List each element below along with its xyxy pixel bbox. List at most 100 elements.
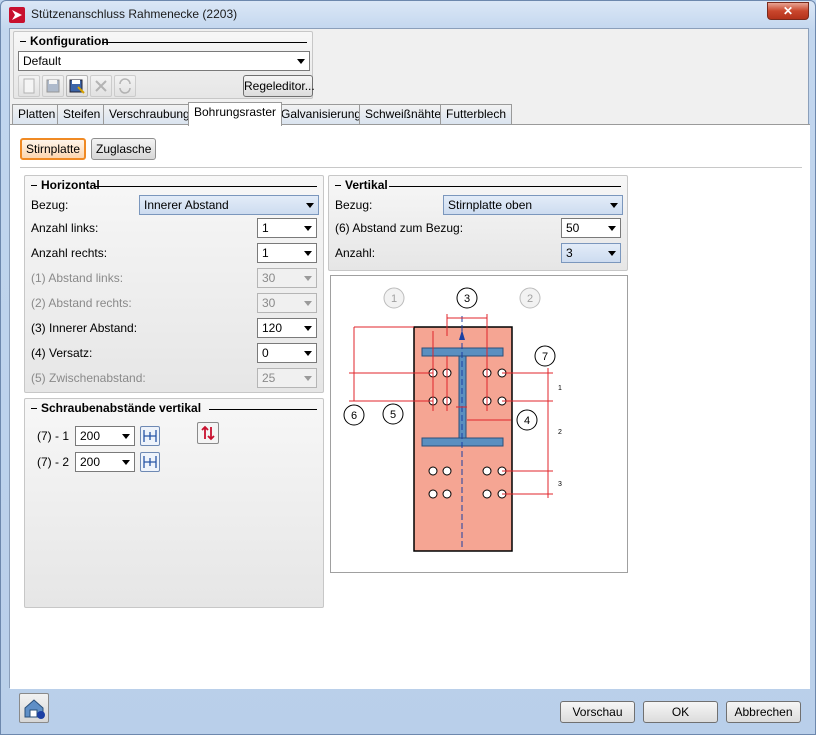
- abstand-rechts-select[interactable]: 30: [257, 293, 317, 313]
- schraube-row-2-select[interactable]: 200: [75, 452, 135, 472]
- callout-3: 3: [464, 293, 470, 305]
- innerer-abstand-select[interactable]: 120: [257, 318, 317, 338]
- distribute-row-2-button[interactable]: [140, 452, 160, 472]
- versatz-select[interactable]: 0: [257, 343, 317, 363]
- chevron-down-icon: [608, 226, 616, 231]
- save-icon: [46, 79, 60, 93]
- callout-4: 4: [524, 415, 530, 427]
- abstand-zum-bezug-select[interactable]: 50: [561, 218, 621, 238]
- chevron-down-icon: [304, 326, 312, 331]
- vorschau-button[interactable]: Vorschau: [560, 701, 635, 723]
- schraube-row-1-select[interactable]: 200: [75, 426, 135, 446]
- chevron-down-icon: [304, 376, 312, 381]
- close-button[interactable]: ✕: [767, 2, 809, 20]
- chevron-down-icon: [304, 251, 312, 256]
- delete-config-button[interactable]: [90, 75, 112, 97]
- bezug-vertikal-select[interactable]: Stirnplatte oben: [443, 195, 623, 215]
- abstand-zum-bezug-label: (6) Abstand zum Bezug:: [335, 221, 464, 235]
- dialog-footer: Vorschau OK Abbrechen: [9, 691, 809, 731]
- callout-7: 7: [542, 351, 548, 363]
- anzahl-links-select[interactable]: 1: [257, 218, 317, 238]
- horizontal-group: Horizontal Bezug: Innerer Abstand Anzahl…: [24, 175, 324, 393]
- house-info-icon: [24, 699, 45, 719]
- anzahl-rechts-label: Anzahl rechts:: [31, 246, 108, 260]
- chevron-down-icon: [297, 59, 305, 64]
- bohrungsraster-diagram: 1 2 3 4 5 6 7 1 2 3: [330, 275, 628, 573]
- schraubenabstaende-title: Schraubenabstände vertikal: [31, 401, 201, 415]
- title-bar: Stützenanschluss Rahmenecke (2203) ✕: [1, 1, 815, 29]
- tab-steifen[interactable]: Steifen: [57, 104, 107, 125]
- subtab-zuglasche[interactable]: Zuglasche: [91, 138, 157, 160]
- chevron-down-icon: [304, 351, 312, 356]
- dialog-window: Stützenanschluss Rahmenecke (2203) ✕ Kon…: [0, 0, 816, 735]
- anzahl-links-label: Anzahl links:: [31, 221, 99, 235]
- main-tabs: Platten Steifen Verschraubung Bohrungsra…: [10, 102, 810, 126]
- new-config-button[interactable]: [18, 75, 40, 97]
- chevron-down-icon: [122, 460, 130, 465]
- zwischenabstand-select[interactable]: 25: [257, 368, 317, 388]
- row-label-1: 1: [558, 385, 562, 392]
- distribute-icon: [143, 430, 157, 442]
- swap-arrows-icon: [201, 425, 215, 441]
- library-button[interactable]: [19, 693, 49, 723]
- abstand-links-select[interactable]: 30: [257, 268, 317, 288]
- tab-platten[interactable]: Platten: [12, 104, 62, 125]
- row-label-3: 3: [558, 481, 562, 488]
- bolt-pattern-drawing: 1 2 3 4 5 6 7 1 2 3: [343, 287, 562, 552]
- save-as-icon: [69, 79, 85, 94]
- chevron-down-icon: [304, 226, 312, 231]
- callout-5: 5: [390, 409, 396, 421]
- anzahl-rechts-select[interactable]: 1: [257, 243, 317, 263]
- distribute-icon: [143, 456, 157, 468]
- tab-schweissnaehte[interactable]: Schweißnähte: [359, 104, 448, 125]
- abstand-links-label: (1) Abstand links:: [31, 271, 124, 285]
- konfiguration-toolbar: Regeleditor...: [18, 75, 318, 97]
- tab-verschraubung[interactable]: Verschraubung: [103, 104, 196, 125]
- schraube-row-1-label: (7) - 1: [37, 429, 70, 443]
- konfiguration-title: Konfiguration: [20, 34, 109, 48]
- tab-futterblech[interactable]: Futterblech: [440, 104, 513, 125]
- callout-6: 6: [351, 410, 357, 422]
- konfiguration-group: Konfiguration Default Regeleditor...: [13, 31, 315, 99]
- abstand-rechts-label: (2) Abstand rechts:: [31, 296, 132, 310]
- bezug-label: Bezug:: [31, 198, 69, 212]
- vertikal-group: Vertikal Bezug: Stirnplatte oben (6) Abs…: [328, 175, 628, 271]
- bezug-vertikal-label: Bezug:: [335, 198, 373, 212]
- anzahl-vertikal-select[interactable]: 3: [561, 243, 621, 263]
- refresh-icon: [119, 78, 131, 94]
- subtab-stirnplatte[interactable]: Stirnplatte: [20, 138, 87, 160]
- save-as-config-button[interactable]: [66, 75, 88, 97]
- bohrungsraster-panel: Stirnplatte Zuglasche Horizontal Bezug: …: [10, 124, 810, 689]
- callout-1: 1: [391, 293, 397, 305]
- distribute-row-1-button[interactable]: [140, 426, 160, 446]
- chevron-down-icon: [122, 434, 130, 439]
- swap-vertical-button[interactable]: [197, 422, 219, 444]
- chevron-down-icon: [304, 276, 312, 281]
- chevron-down-icon: [306, 203, 314, 208]
- delete-icon: [95, 80, 107, 92]
- horizontal-title: Horizontal: [31, 178, 100, 192]
- versatz-label: (4) Versatz:: [31, 346, 93, 360]
- ok-button[interactable]: OK: [643, 701, 718, 723]
- tab-galvanisierung[interactable]: Galvanisierung: [275, 104, 368, 125]
- refresh-config-button[interactable]: [114, 75, 136, 97]
- regeleditor-button[interactable]: Regeleditor...: [243, 75, 315, 97]
- tab-bohrungsraster[interactable]: Bohrungsraster: [188, 102, 283, 126]
- chevron-down-icon: [610, 203, 618, 208]
- window-title: Stützenanschluss Rahmenecke (2203): [31, 7, 238, 21]
- anzahl-vertikal-label: Anzahl:: [335, 246, 376, 260]
- app-logo-icon: [9, 7, 25, 23]
- separator: [20, 167, 802, 168]
- zwischenabstand-label: (5) Zwischenabstand:: [31, 371, 146, 385]
- dialog-client: Konfiguration Default Regeleditor... Pla…: [9, 28, 810, 689]
- callout-2: 2: [527, 293, 533, 305]
- row-label-2: 2: [558, 429, 562, 436]
- konfiguration-select[interactable]: Default: [18, 51, 310, 71]
- innerer-abstand-label: (3) Innerer Abstand:: [31, 321, 138, 335]
- bezug-horizontal-select[interactable]: Innerer Abstand: [139, 195, 319, 215]
- abbrechen-button[interactable]: Abbrechen: [726, 701, 801, 723]
- save-config-button[interactable]: [42, 75, 64, 97]
- chevron-down-icon: [304, 301, 312, 306]
- vertikal-title: Vertikal: [335, 178, 388, 192]
- schraube-row-2-label: (7) - 2: [37, 455, 70, 469]
